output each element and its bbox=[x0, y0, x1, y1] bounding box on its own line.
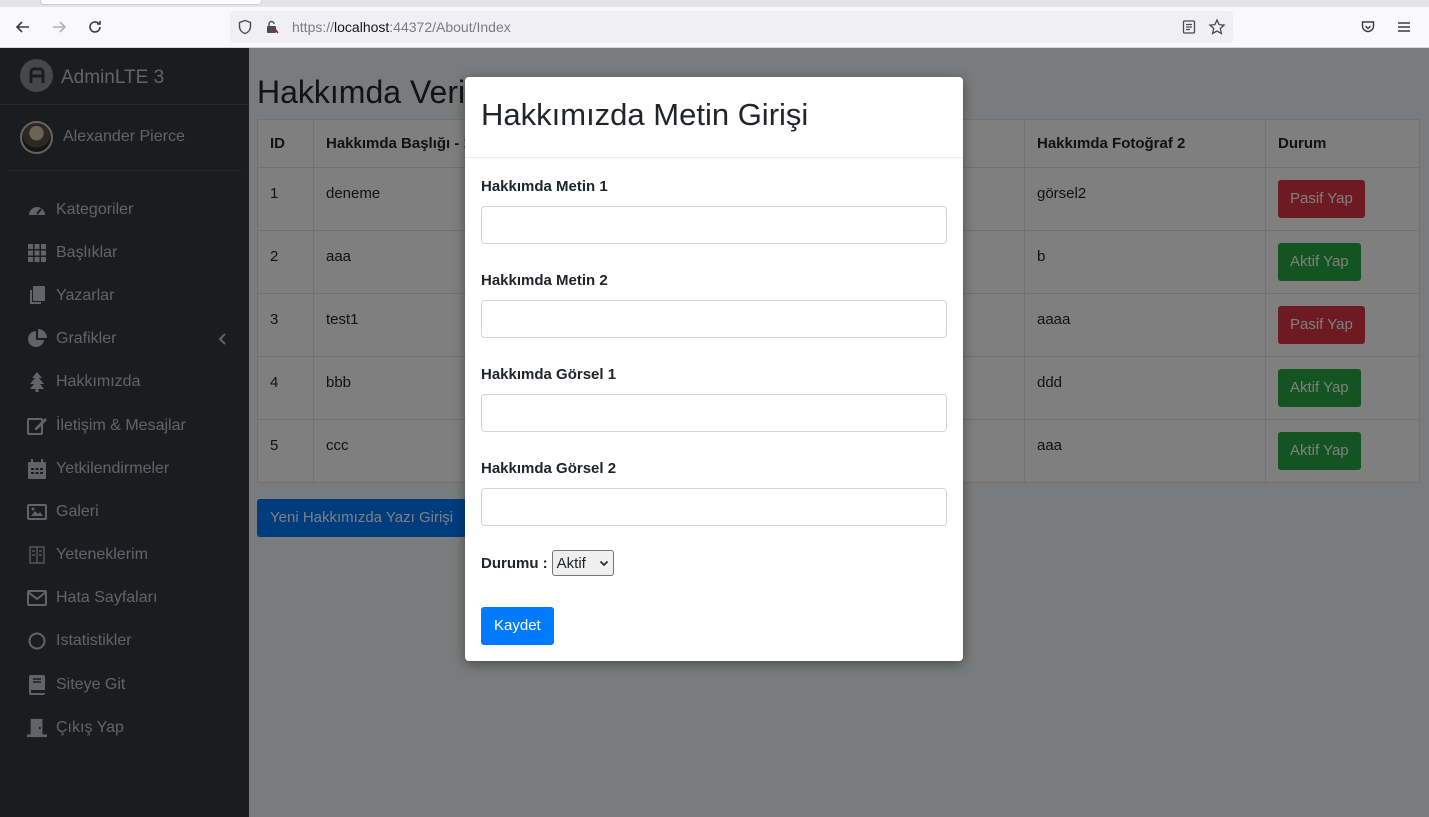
metin2-input[interactable] bbox=[481, 300, 947, 338]
metin1-label: Hakkımda Metin 1 bbox=[481, 178, 608, 195]
tab-strip bbox=[0, 0, 1429, 7]
url-bar[interactable]: https://localhost:44372/About/Index bbox=[230, 11, 1233, 43]
chevron-down-icon bbox=[599, 555, 609, 572]
gorsel2-label: Hakkımda Görsel 2 bbox=[481, 460, 617, 477]
modal-header: Hakkımızda Metin Girişi bbox=[465, 77, 963, 158]
url-text[interactable]: https://localhost:44372/About/Index bbox=[292, 19, 511, 35]
metin1-input[interactable] bbox=[481, 206, 947, 244]
status-row: Durumu : Aktif bbox=[481, 550, 614, 576]
modal-title: Hakkımızda Metin Girişi bbox=[481, 97, 809, 132]
gorsel1-label: Hakkımda Görsel 1 bbox=[481, 366, 617, 383]
save-button[interactable]: Kaydet bbox=[481, 607, 554, 645]
metin2-label: Hakkımda Metin 2 bbox=[481, 272, 608, 289]
gorsel1-input[interactable] bbox=[481, 394, 947, 432]
hamburger-menu-icon[interactable] bbox=[1393, 16, 1415, 38]
lock-icon[interactable] bbox=[263, 18, 281, 36]
bookmark-star-icon[interactable] bbox=[1208, 18, 1226, 36]
shield-icon[interactable] bbox=[236, 18, 254, 36]
about-entry-modal: Hakkımızda Metin Girişi Hakkımda Metin 1… bbox=[465, 77, 963, 661]
forward-icon[interactable] bbox=[48, 16, 70, 38]
status-selected-value: Aktif bbox=[556, 554, 586, 572]
back-icon[interactable] bbox=[12, 16, 34, 38]
gorsel2-input[interactable] bbox=[481, 488, 947, 526]
browser-toolbar: https://localhost:44372/About/Index bbox=[0, 0, 1429, 48]
status-label: Durumu : bbox=[481, 554, 548, 572]
pocket-icon[interactable] bbox=[1357, 16, 1379, 38]
reader-view-icon[interactable] bbox=[1180, 18, 1198, 36]
reload-icon[interactable] bbox=[84, 16, 106, 38]
browser-tab[interactable] bbox=[40, 0, 262, 5]
status-select[interactable]: Aktif bbox=[551, 550, 614, 576]
